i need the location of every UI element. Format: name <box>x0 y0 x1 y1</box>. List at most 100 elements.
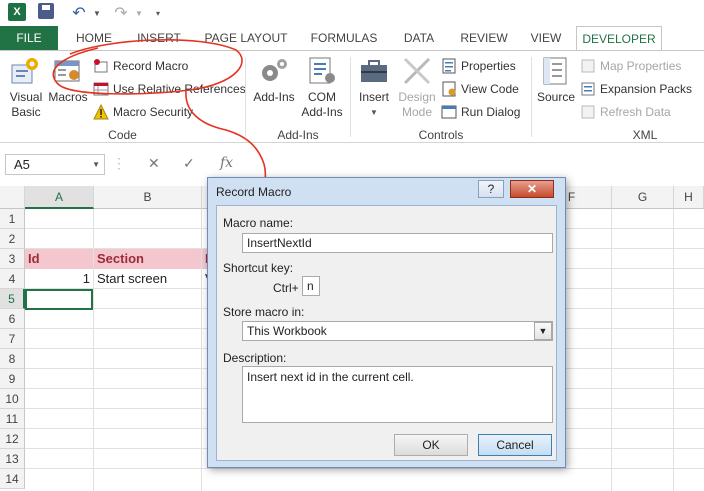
expansion-packs-icon <box>581 82 595 96</box>
row-header[interactable]: 1 <box>0 209 25 229</box>
use-relative-references-button[interactable]: Use Relative References <box>93 79 246 99</box>
refresh-data-button: Refresh Data <box>580 102 671 122</box>
gridline <box>611 209 612 491</box>
tab-formulas[interactable]: FORMULAS <box>304 26 384 50</box>
row-header[interactable]: 13 <box>0 449 25 469</box>
column-header-b[interactable]: B <box>94 186 202 209</box>
visual-basic-label: Visual Basic <box>9 90 43 119</box>
cell-b4[interactable]: Start screen <box>94 269 201 289</box>
insert-control-label: Insert <box>358 90 389 104</box>
macro-security-button[interactable]: Macro Security <box>93 102 193 122</box>
view-code-icon <box>442 81 456 97</box>
view-code-label: View Code <box>461 82 519 96</box>
row-header[interactable]: 9 <box>0 369 25 389</box>
formula-bar: A5 ▼ ⋮ ✕ ✓ fx <box>0 150 704 180</box>
name-box[interactable]: A5 ▼ <box>5 154 105 175</box>
cancel-button[interactable]: Cancel <box>478 434 552 456</box>
name-box-value: A5 <box>14 157 30 172</box>
insert-function-icon[interactable]: fx <box>220 155 233 171</box>
ok-button[interactable]: OK <box>394 434 468 456</box>
help-button[interactable]: ? <box>478 180 504 198</box>
dialog-title: Record Macro <box>216 185 292 199</box>
run-dialog-button[interactable]: Run Dialog <box>441 102 520 122</box>
gears-icon <box>262 59 287 81</box>
row-header[interactable]: 10 <box>0 389 25 409</box>
row-header[interactable]: 12 <box>0 429 25 449</box>
map-properties-icon <box>581 59 595 73</box>
store-macro-value: This Workbook <box>247 324 327 338</box>
tab-insert[interactable]: INSERT <box>130 26 188 50</box>
com-add-ins-button[interactable]: COM Add-Ins <box>298 55 346 120</box>
design-mode-button: Design Mode <box>394 55 440 120</box>
undo-dropdown-icon[interactable]: ▼ <box>92 3 102 23</box>
source-button[interactable]: Source <box>534 55 578 105</box>
cell-b3[interactable]: Section <box>94 249 201 269</box>
row-header[interactable]: 7 <box>0 329 25 349</box>
row-header-active[interactable]: 5 <box>0 289 25 309</box>
close-button[interactable]: ✕ <box>510 180 554 198</box>
row-header[interactable]: 3 <box>0 249 25 269</box>
save-icon[interactable] <box>38 3 54 19</box>
expansion-packs-label: Expansion Packs <box>600 82 693 96</box>
warning-icon <box>93 104 109 120</box>
active-cell-a5[interactable] <box>25 289 93 310</box>
record-macro-dialog: Record Macro ? ✕ Macro name: InsertNextI… <box>207 177 566 468</box>
customize-toolbar-icon[interactable]: ▾ <box>152 3 164 23</box>
map-properties-button: Map Properties <box>580 56 681 76</box>
ribbon: Visual Basic Macros Record Macro Use Rel… <box>0 50 704 143</box>
tab-view[interactable]: VIEW <box>522 26 570 50</box>
row-header[interactable]: 2 <box>0 229 25 249</box>
relative-references-icon <box>93 82 109 96</box>
row-header[interactable]: 6 <box>0 309 25 329</box>
record-macro-icon <box>94 59 108 73</box>
description-textarea[interactable]: Insert next id in the current cell. <box>242 366 553 423</box>
map-properties-label: Map Properties <box>600 59 682 73</box>
com-add-ins-icon <box>309 57 335 84</box>
row-header[interactable]: 4 <box>0 269 25 289</box>
dialog-body: Macro name: InsertNextId Shortcut key: C… <box>216 205 557 461</box>
refresh-data-label: Refresh Data <box>600 105 671 119</box>
record-macro-button[interactable]: Record Macro <box>93 56 188 76</box>
tab-page-layout[interactable]: PAGE LAYOUT <box>196 26 296 50</box>
row-header[interactable]: 14 <box>0 469 25 489</box>
expansion-packs-button[interactable]: Expansion Packs <box>580 79 692 99</box>
ribbon-tabs: FILE HOME INSERT PAGE LAYOUT FORMULAS DA… <box>0 26 704 51</box>
column-header-a[interactable]: A <box>25 186 94 209</box>
row-header[interactable]: 8 <box>0 349 25 369</box>
tab-developer[interactable]: DEVELOPER <box>576 26 662 51</box>
column-header-g[interactable]: G <box>612 186 674 209</box>
store-macro-select[interactable]: This Workbook <box>242 321 553 341</box>
description-label: Description: <box>223 351 287 365</box>
cell-a3[interactable]: Id <box>25 249 93 269</box>
properties-button[interactable]: Properties <box>441 56 516 76</box>
properties-label: Properties <box>461 59 516 73</box>
redo-dropdown-icon: ▼ <box>135 8 143 18</box>
view-code-button[interactable]: View Code <box>441 79 519 99</box>
visual-basic-button[interactable]: Visual Basic <box>4 55 48 120</box>
toolbox-icon <box>361 60 387 82</box>
undo-icon[interactable]: ↶ <box>68 3 90 23</box>
tab-home[interactable]: HOME <box>66 26 122 50</box>
macro-name-input[interactable]: InsertNextId <box>242 233 553 253</box>
run-dialog-label: Run Dialog <box>461 105 521 119</box>
insert-control-button[interactable]: Insert ▼ <box>354 55 394 120</box>
column-header-h[interactable]: H <box>674 186 704 209</box>
tab-data[interactable]: DATA <box>392 26 446 50</box>
run-dialog-icon <box>441 105 457 119</box>
shortcut-key-input[interactable]: n <box>302 276 320 296</box>
row-header[interactable]: 11 <box>0 409 25 429</box>
cancel-entry-icon[interactable]: ✕ <box>148 155 160 172</box>
gridline <box>673 209 674 491</box>
tab-file[interactable]: FILE <box>0 26 58 50</box>
add-ins-button[interactable]: Add-Ins <box>250 55 298 105</box>
cell-a4[interactable]: 1 <box>25 269 93 289</box>
macros-button[interactable]: Macros <box>46 55 90 105</box>
tab-review[interactable]: REVIEW <box>454 26 514 50</box>
group-separator <box>350 57 351 137</box>
select-all-corner[interactable] <box>0 186 25 209</box>
chevron-down-icon[interactable]: ▼ <box>534 322 552 340</box>
group-separator <box>245 57 246 137</box>
source-label: Source <box>536 90 576 104</box>
chevron-down-icon[interactable]: ▼ <box>92 155 100 174</box>
enter-entry-icon[interactable]: ✓ <box>183 155 195 172</box>
